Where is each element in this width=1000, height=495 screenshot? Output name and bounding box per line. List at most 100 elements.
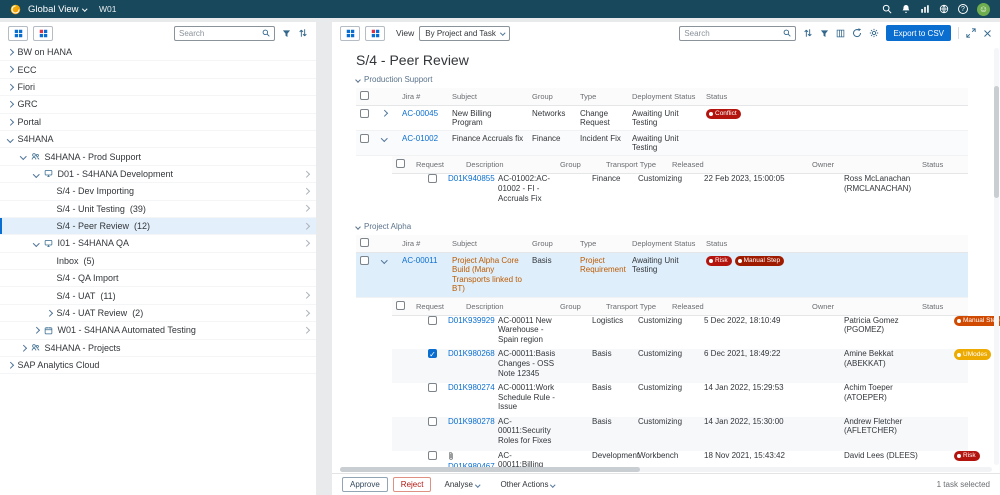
- sidebar-item-s4hana-prod-support[interactable]: S4HANA - Prod Support: [0, 148, 316, 166]
- horizontal-scrollbar[interactable]: [340, 467, 992, 472]
- tree-expand-chevron-icon[interactable]: [7, 83, 14, 91]
- sidebar-item-i01-s4hana-qa[interactable]: I01 - S4HANA QA: [0, 235, 316, 253]
- transport-row-d01k940855[interactable]: D01K940855 AC-01002:AC-01002 - FI - Accru…: [392, 174, 968, 208]
- sidebar-item-grc[interactable]: GRC: [0, 96, 316, 114]
- sidebar-item-ecc[interactable]: ECC: [0, 61, 316, 79]
- transport-checkbox[interactable]: [428, 383, 437, 393]
- sidebar-item-d01-s4hana-development[interactable]: D01 - S4HANA Development: [0, 166, 316, 184]
- columns-icon[interactable]: [836, 29, 845, 38]
- filter-icon[interactable]: [820, 29, 829, 38]
- tree-expand-chevron-icon[interactable]: [7, 362, 14, 369]
- sidebar-item-s4hana-projects[interactable]: S4HANA - Projects: [0, 340, 316, 358]
- sidebar-item-s-4-unit-testing[interactable]: S/4 - Unit Testing (39): [0, 201, 316, 218]
- expand-icon[interactable]: [966, 28, 976, 38]
- settings-icon[interactable]: [869, 28, 879, 38]
- jira-link[interactable]: AC-00011: [402, 256, 437, 265]
- tree-nav-chevron-icon[interactable]: [302, 170, 309, 178]
- search-icon[interactable]: [783, 29, 791, 37]
- section-chevron-icon[interactable]: [355, 223, 361, 230]
- refresh-icon[interactable]: [852, 28, 862, 38]
- search-icon[interactable]: [262, 29, 270, 37]
- search-icon[interactable]: [882, 4, 892, 14]
- brand-logo-icon[interactable]: [10, 4, 21, 15]
- transport-checkbox[interactable]: [428, 450, 437, 460]
- sidebar-search[interactable]: [174, 25, 275, 41]
- chart-icon[interactable]: [920, 4, 930, 14]
- transport-checkbox[interactable]: [428, 174, 437, 184]
- card-view-button[interactable]: [33, 25, 53, 41]
- task-row-ac-00011[interactable]: AC-00011 Project Alpha Core Build (Many T…: [356, 252, 968, 298]
- tree-expand-chevron-icon[interactable]: [7, 49, 14, 56]
- grid-view-button[interactable]: [8, 25, 28, 41]
- tree-expand-chevron-icon[interactable]: [20, 344, 27, 352]
- row-expand-chevron-icon[interactable]: [381, 135, 388, 142]
- sidebar-item-inbox[interactable]: Inbox (5): [0, 253, 316, 271]
- sort-icon[interactable]: [298, 28, 308, 38]
- transport-link[interactable]: D01K939929: [448, 316, 495, 325]
- table-search-input[interactable]: [684, 28, 781, 38]
- sidebar-item-s-4-qa-import[interactable]: S/4 - QA Import: [0, 270, 316, 288]
- row-expand-chevron-icon[interactable]: [381, 110, 388, 117]
- tree-nav-chevron-icon[interactable]: [302, 205, 309, 212]
- tree-expand-chevron-icon[interactable]: [33, 240, 40, 247]
- transport-select-all-checkbox[interactable]: [396, 159, 405, 169]
- task-checkbox[interactable]: [360, 108, 369, 118]
- section-header[interactable]: Production Support: [355, 75, 978, 84]
- globe-icon[interactable]: [939, 4, 949, 14]
- view-select[interactable]: By Project and Task: [419, 25, 511, 41]
- horizontal-scrollbar-thumb[interactable]: [340, 467, 640, 472]
- sidebar-item-w01-s4hana-automated-testing[interactable]: W01 - S4HANA Automated Testing: [0, 322, 316, 340]
- approve-button[interactable]: Approve: [342, 477, 388, 492]
- transport-row-d01k980467[interactable]: D01K980467AC-00011:Billing Program enhan…: [392, 450, 980, 467]
- tree-expand-chevron-icon[interactable]: [20, 153, 27, 160]
- transport-checkbox[interactable]: ✓: [428, 349, 437, 359]
- export-csv-button[interactable]: Export to CSV: [886, 25, 951, 41]
- task-checkbox[interactable]: [360, 255, 369, 265]
- tree-nav-chevron-icon[interactable]: [302, 292, 309, 299]
- transport-checkbox[interactable]: [428, 416, 437, 426]
- tree-expand-chevron-icon[interactable]: [33, 327, 40, 334]
- jira-link[interactable]: AC-01002: [402, 134, 438, 143]
- tree-expand-chevron-icon[interactable]: [7, 118, 14, 125]
- transport-link[interactable]: D01K940855: [448, 174, 495, 183]
- help-icon[interactable]: ?: [958, 4, 968, 14]
- bell-icon[interactable]: [901, 4, 911, 14]
- task-row-ac-01002[interactable]: AC-01002 Finance Accruals fix Finance Incid…: [356, 130, 968, 157]
- transport-link[interactable]: D01K980274: [448, 383, 495, 392]
- sidebar-item-s-4-uat[interactable]: S/4 - UAT (11): [0, 287, 316, 305]
- transport-select-all-checkbox[interactable]: [396, 300, 405, 310]
- grid-view-button[interactable]: [340, 25, 360, 41]
- tree-nav-chevron-icon[interactable]: [302, 309, 309, 317]
- transport-checkbox[interactable]: [428, 315, 437, 325]
- sidebar-item-s-4-dev-importing[interactable]: S/4 - Dev Importing: [0, 183, 316, 201]
- reject-button[interactable]: Reject: [392, 477, 432, 492]
- select-all-checkbox[interactable]: [360, 91, 369, 100]
- global-view-menu[interactable]: Global View: [28, 4, 87, 15]
- tree-expand-chevron-icon[interactable]: [7, 66, 14, 73]
- transport-row-d01k939929[interactable]: D01K939929 AC-00011 New Warehouse - Spain…: [392, 315, 1000, 349]
- tree-nav-chevron-icon[interactable]: [302, 188, 309, 195]
- tree-nav-chevron-icon[interactable]: [302, 327, 309, 334]
- tree-expand-chevron-icon[interactable]: [33, 170, 40, 178]
- table-search[interactable]: [679, 25, 797, 41]
- vertical-scrollbar-thumb[interactable]: [994, 86, 999, 198]
- tree-expand-chevron-icon[interactable]: [7, 101, 14, 108]
- row-expand-chevron-icon[interactable]: [381, 257, 388, 264]
- filter-icon[interactable]: [282, 29, 291, 38]
- other-actions-button[interactable]: Other Actions: [492, 477, 563, 492]
- tree-nav-chevron-icon[interactable]: [302, 240, 309, 247]
- transport-link[interactable]: D01K980268: [448, 349, 495, 358]
- user-avatar[interactable]: ☺: [977, 2, 990, 16]
- tree-expand-chevron-icon[interactable]: [7, 135, 14, 143]
- tree-expand-chevron-icon[interactable]: [46, 309, 53, 317]
- card-view-button[interactable]: [365, 25, 385, 41]
- select-all-checkbox[interactable]: [360, 238, 369, 248]
- sidebar-item-s-4-peer-review[interactable]: S/4 - Peer Review (12): [0, 217, 316, 236]
- sidebar-item-fiori[interactable]: Fiori: [0, 79, 316, 97]
- task-row-ac-00045[interactable]: AC-00045 New Billing Program Networks Chang…: [356, 105, 968, 132]
- sort-icon[interactable]: [803, 28, 813, 38]
- task-checkbox[interactable]: [360, 133, 369, 143]
- tree-nav-chevron-icon[interactable]: [302, 222, 309, 230]
- transport-link[interactable]: D01K980278: [448, 417, 495, 426]
- close-icon[interactable]: [983, 29, 992, 38]
